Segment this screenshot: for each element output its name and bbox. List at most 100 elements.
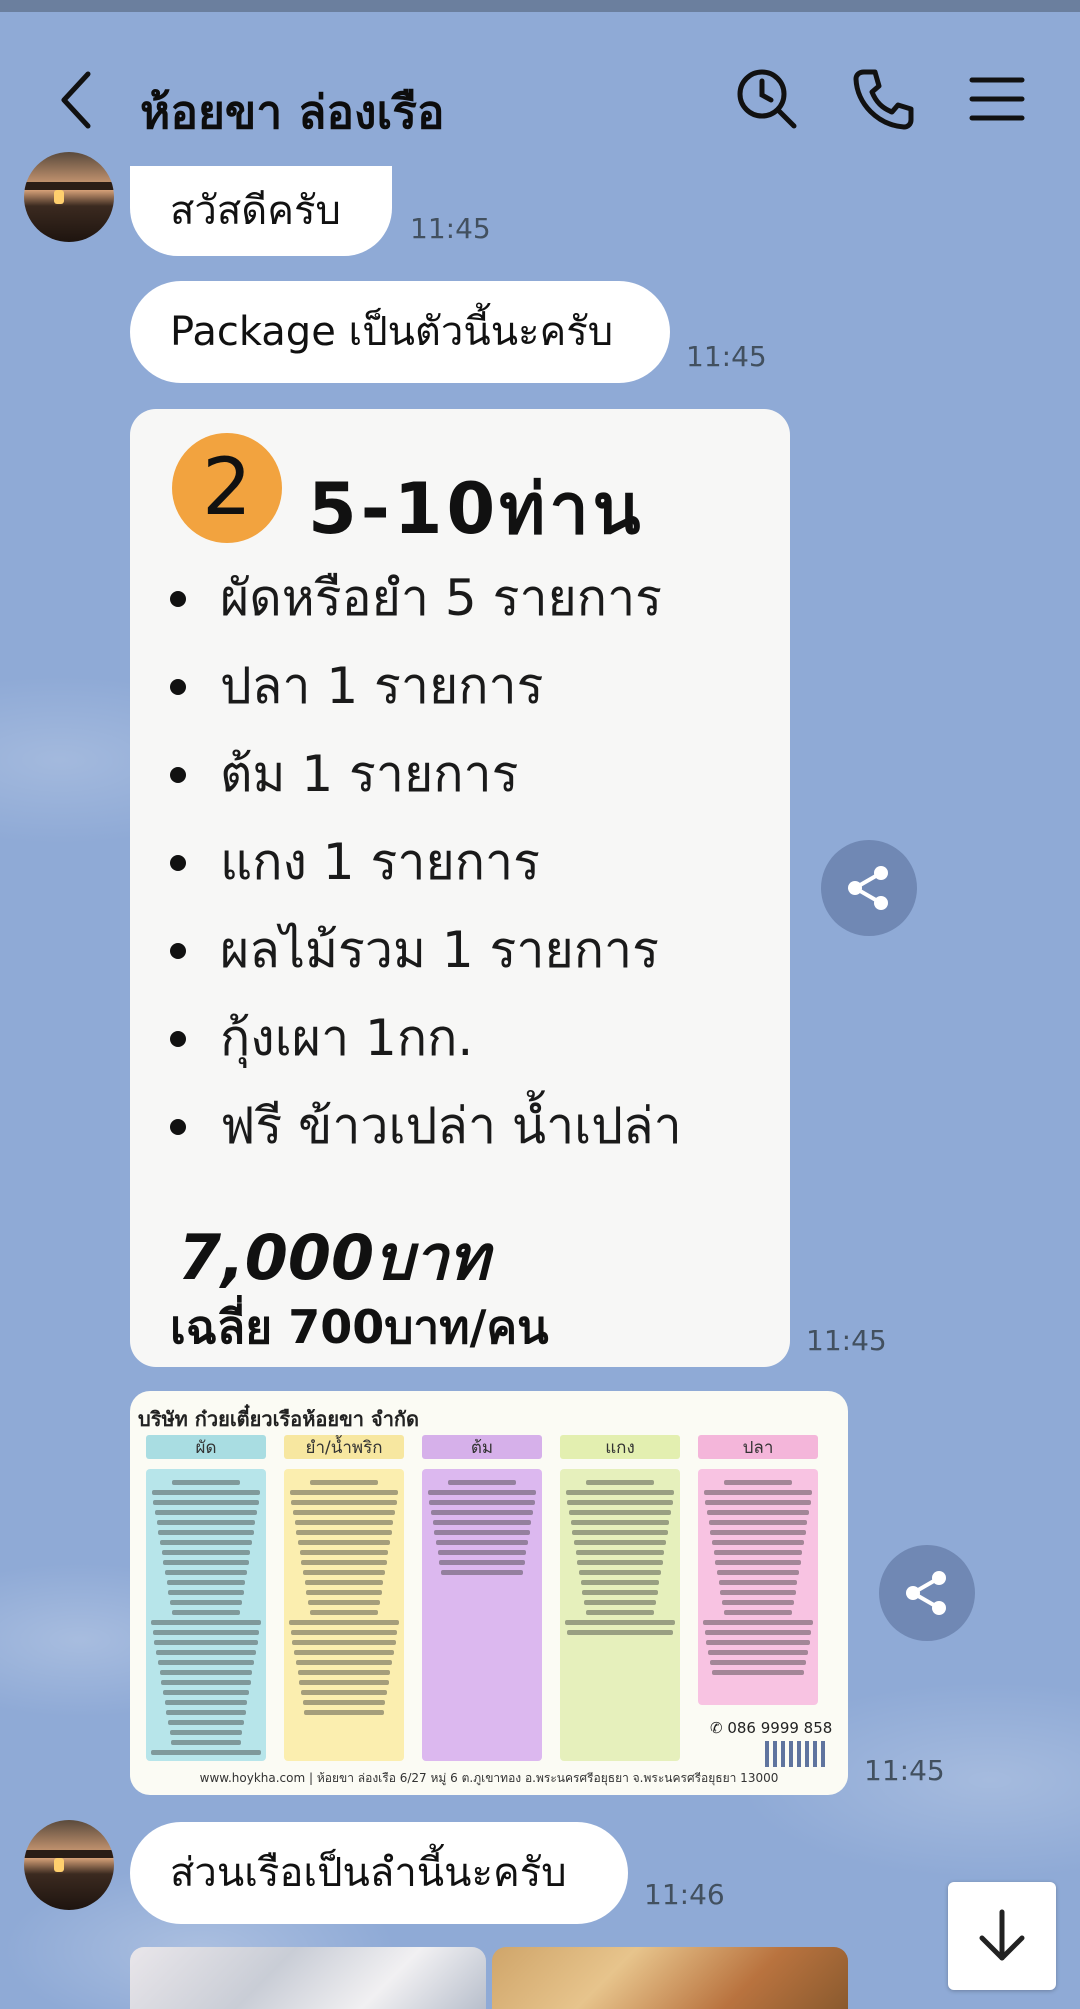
- message-bubble[interactable]: Package เป็นตัวนี้นะครับ: [130, 281, 670, 383]
- message-time: 11:45: [806, 1324, 887, 1357]
- sender-avatar[interactable]: [24, 1820, 114, 1910]
- menu-item-line: [161, 1550, 251, 1555]
- bullet-icon: [170, 1030, 186, 1047]
- menu-item-line: [434, 1530, 530, 1535]
- package-item: ปลา 1 รายการ: [170, 647, 544, 726]
- menu-item-line: [290, 1630, 398, 1635]
- menu-item-line: [154, 1640, 258, 1645]
- search-button[interactable]: [732, 64, 802, 134]
- menu-item-line: [172, 1480, 240, 1485]
- menu-item-line: [436, 1540, 528, 1545]
- menu-item-line: [427, 1490, 537, 1495]
- back-arrow-icon: [61, 71, 91, 129]
- package-item: กุ้งเผา 1กก.: [170, 999, 473, 1078]
- menu-column-body: [284, 1469, 404, 1761]
- menu-item-line: [293, 1510, 395, 1515]
- menu-item-line: [579, 1570, 661, 1575]
- share-button[interactable]: [879, 1545, 975, 1641]
- menu-item-line: [152, 1630, 260, 1635]
- package-image[interactable]: 2 5-10ท่าน ผัดหรือยำ 5 รายการ ปลา 1 รายก…: [130, 409, 790, 1367]
- avatar-roof: [24, 1850, 114, 1858]
- menu-item-line: [708, 1520, 808, 1525]
- menu-item-line: [717, 1570, 799, 1575]
- message-bubble[interactable]: ส่วนเรือเป็นลำนี้นะครับ: [130, 1822, 628, 1924]
- menu-item-line: [171, 1740, 241, 1745]
- bullet-icon: [170, 678, 186, 695]
- menu-item-line: [306, 1590, 382, 1595]
- package-number-badge: 2: [172, 433, 282, 543]
- message-bubble[interactable]: สวัสดีครับ: [130, 166, 392, 256]
- message-text: สวัสดีครับ: [170, 188, 341, 234]
- menu-item-line: [156, 1520, 256, 1525]
- menu-item-line: [303, 1570, 385, 1575]
- search-clock-icon: [737, 69, 797, 129]
- menu-item-line: [722, 1600, 794, 1605]
- menu-item-line: [166, 1710, 246, 1715]
- menu-item-line: [297, 1670, 391, 1675]
- menu-item-line: [165, 1570, 247, 1575]
- avatar-roof: [24, 182, 114, 190]
- package-average-price: เฉลี่ย 700บาท/คน: [170, 1300, 549, 1354]
- avatar-lamp: [54, 1858, 64, 1872]
- bullet-icon: [170, 1118, 186, 1135]
- menu-item-line: [707, 1510, 809, 1515]
- menu-button[interactable]: [962, 64, 1032, 134]
- menu-item-line: [705, 1500, 811, 1505]
- package-item: ผัดหรือยำ 5 รายการ: [170, 559, 662, 638]
- avatar-lamp: [54, 190, 64, 204]
- message-text: ส่วนเรือเป็นลำนี้นะครับ: [170, 1850, 567, 1896]
- menu-column-header: ยำ/น้ำพริก: [284, 1435, 404, 1459]
- menu-item-line: [575, 1550, 665, 1555]
- message-time: 11:45: [686, 340, 767, 373]
- menu-image[interactable]: บริษัท ก๋วยเตี๋ยวเรือห้อยขา จำกัด ผัด ยำ/…: [130, 1391, 848, 1795]
- boat-photo[interactable]: [492, 1947, 848, 2009]
- package-item: ผลไม้รวม 1 รายการ: [170, 911, 659, 990]
- menu-item-line: [302, 1700, 386, 1705]
- call-button[interactable]: [848, 64, 918, 134]
- menu-item-line: [718, 1580, 798, 1585]
- menu-item-line: [163, 1560, 249, 1565]
- menu-item-line: [160, 1540, 252, 1545]
- menu-icon: [969, 77, 1025, 121]
- menu-item-line: [155, 1510, 257, 1515]
- scroll-to-bottom-button[interactable]: [948, 1882, 1056, 1990]
- bullet-icon: [170, 854, 186, 871]
- menu-item-line: [296, 1530, 392, 1535]
- bullet-icon: [170, 942, 186, 959]
- menu-item-line: [570, 1520, 670, 1525]
- menu-item-line: [301, 1560, 387, 1565]
- menu-item-line: [706, 1640, 810, 1645]
- menu-item-line: [169, 1730, 243, 1735]
- menu-item-line: [170, 1600, 242, 1605]
- menu-item-line: [150, 1750, 262, 1755]
- boat-photo[interactable]: [130, 1947, 486, 2009]
- menu-item-line: [582, 1590, 658, 1595]
- menu-item-line: [713, 1550, 803, 1555]
- menu-item-line: [429, 1500, 535, 1505]
- menu-item-line: [710, 1530, 806, 1535]
- menu-column: ผัด: [146, 1435, 266, 1761]
- package-item: ต้ม 1 รายการ: [170, 735, 518, 814]
- menu-item-line: [703, 1490, 813, 1495]
- menu-item-line: [432, 1520, 532, 1525]
- menu-item-line: [157, 1660, 255, 1665]
- menu-item-line: [566, 1630, 674, 1635]
- menu-item-line: [151, 1620, 261, 1625]
- sender-avatar[interactable]: [24, 152, 114, 242]
- menu-item-line: [158, 1530, 254, 1535]
- menu-item-line: [724, 1480, 792, 1485]
- back-button[interactable]: [52, 64, 102, 136]
- status-bar: [0, 0, 1080, 12]
- menu-item-line: [574, 1540, 666, 1545]
- menu-phone: ✆ 086 9999 858: [710, 1719, 833, 1737]
- menu-item-line: [585, 1610, 655, 1615]
- menu-item-line: [586, 1480, 654, 1485]
- menu-item-line: [304, 1580, 384, 1585]
- package-item: แกง 1 รายการ: [170, 823, 540, 902]
- menu-column-header: ผัด: [146, 1435, 266, 1459]
- package-heading: 5-10ท่าน: [308, 468, 645, 550]
- menu-item-line: [310, 1480, 378, 1485]
- share-button[interactable]: [821, 840, 917, 936]
- menu-item-line: [292, 1640, 396, 1645]
- menu-item-line: [159, 1670, 253, 1675]
